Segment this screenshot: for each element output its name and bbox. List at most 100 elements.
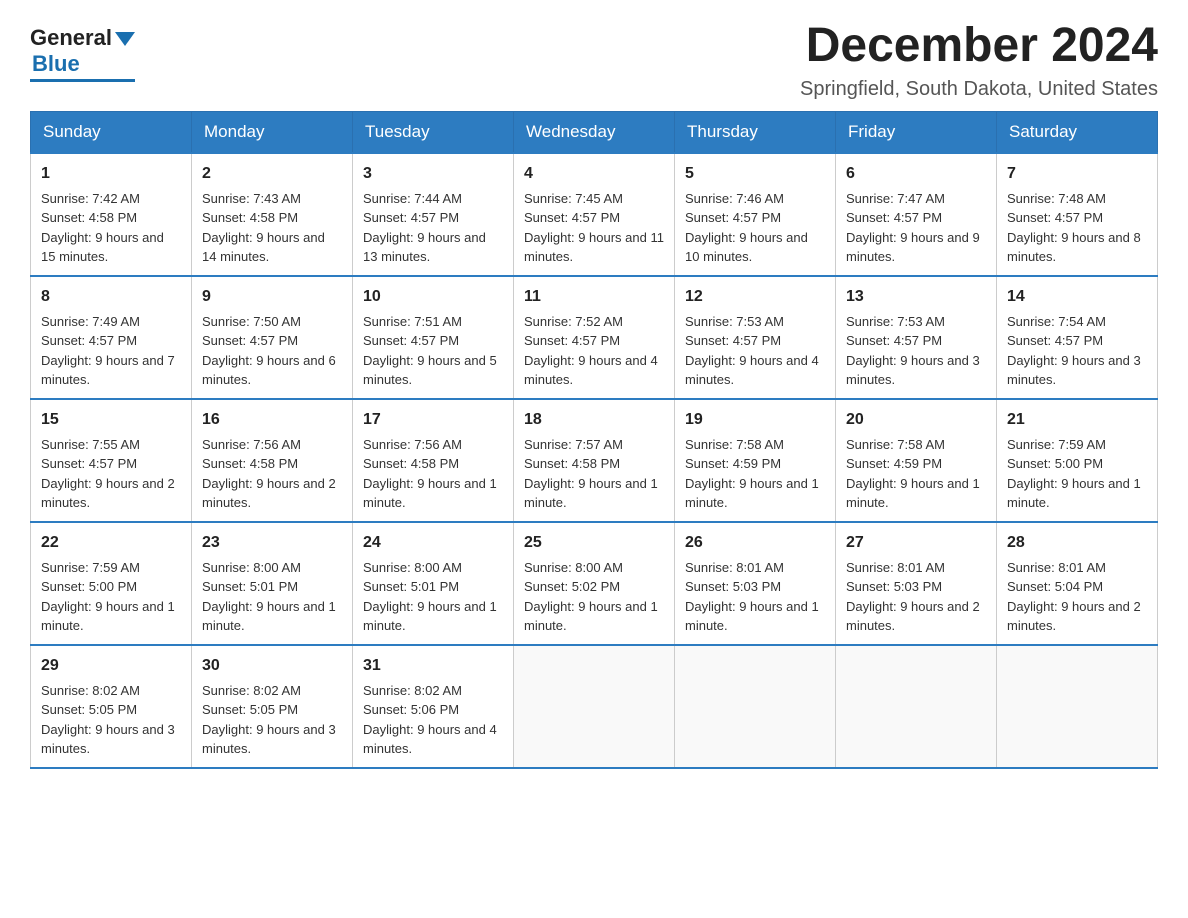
header-thursday: Thursday <box>675 111 836 153</box>
day-number: 24 <box>363 531 503 555</box>
day-info: Sunrise: 7:54 AMSunset: 4:57 PMDaylight:… <box>1007 314 1141 388</box>
day-number: 9 <box>202 285 342 309</box>
day-number: 26 <box>685 531 825 555</box>
logo: General Blue <box>30 25 135 82</box>
day-info: Sunrise: 7:42 AMSunset: 4:58 PMDaylight:… <box>41 191 164 265</box>
calendar-table: Sunday Monday Tuesday Wednesday Thursday… <box>30 111 1158 769</box>
day-number: 10 <box>363 285 503 309</box>
day-number: 22 <box>41 531 181 555</box>
table-row: 8 Sunrise: 7:49 AMSunset: 4:57 PMDayligh… <box>31 276 192 399</box>
header-tuesday: Tuesday <box>353 111 514 153</box>
day-number: 31 <box>363 654 503 678</box>
day-info: Sunrise: 8:01 AMSunset: 5:04 PMDaylight:… <box>1007 560 1141 634</box>
day-number: 12 <box>685 285 825 309</box>
day-number: 13 <box>846 285 986 309</box>
day-info: Sunrise: 7:53 AMSunset: 4:57 PMDaylight:… <box>685 314 819 388</box>
table-row <box>675 645 836 768</box>
header-monday: Monday <box>192 111 353 153</box>
table-row: 18 Sunrise: 7:57 AMSunset: 4:58 PMDaylig… <box>514 399 675 522</box>
day-number: 5 <box>685 162 825 186</box>
day-number: 8 <box>41 285 181 309</box>
table-row: 21 Sunrise: 7:59 AMSunset: 5:00 PMDaylig… <box>997 399 1158 522</box>
table-row: 22 Sunrise: 7:59 AMSunset: 5:00 PMDaylig… <box>31 522 192 645</box>
table-row: 1 Sunrise: 7:42 AMSunset: 4:58 PMDayligh… <box>31 153 192 276</box>
table-row: 19 Sunrise: 7:58 AMSunset: 4:59 PMDaylig… <box>675 399 836 522</box>
month-title: December 2024 <box>800 20 1158 73</box>
table-row: 16 Sunrise: 7:56 AMSunset: 4:58 PMDaylig… <box>192 399 353 522</box>
table-row: 2 Sunrise: 7:43 AMSunset: 4:58 PMDayligh… <box>192 153 353 276</box>
table-row: 11 Sunrise: 7:52 AMSunset: 4:57 PMDaylig… <box>514 276 675 399</box>
header-friday: Friday <box>836 111 997 153</box>
table-row: 26 Sunrise: 8:01 AMSunset: 5:03 PMDaylig… <box>675 522 836 645</box>
day-info: Sunrise: 8:00 AMSunset: 5:01 PMDaylight:… <box>202 560 336 634</box>
day-info: Sunrise: 7:58 AMSunset: 4:59 PMDaylight:… <box>685 437 819 511</box>
table-row: 13 Sunrise: 7:53 AMSunset: 4:57 PMDaylig… <box>836 276 997 399</box>
table-row <box>997 645 1158 768</box>
day-info: Sunrise: 8:00 AMSunset: 5:01 PMDaylight:… <box>363 560 497 634</box>
logo-arrow-icon <box>115 32 135 46</box>
day-info: Sunrise: 7:58 AMSunset: 4:59 PMDaylight:… <box>846 437 980 511</box>
title-section: December 2024 Springfield, South Dakota,… <box>800 20 1158 101</box>
table-row: 10 Sunrise: 7:51 AMSunset: 4:57 PMDaylig… <box>353 276 514 399</box>
day-number: 27 <box>846 531 986 555</box>
table-row: 7 Sunrise: 7:48 AMSunset: 4:57 PMDayligh… <box>997 153 1158 276</box>
table-row: 5 Sunrise: 7:46 AMSunset: 4:57 PMDayligh… <box>675 153 836 276</box>
day-info: Sunrise: 7:46 AMSunset: 4:57 PMDaylight:… <box>685 191 808 265</box>
table-row: 15 Sunrise: 7:55 AMSunset: 4:57 PMDaylig… <box>31 399 192 522</box>
header-wednesday: Wednesday <box>514 111 675 153</box>
day-info: Sunrise: 7:53 AMSunset: 4:57 PMDaylight:… <box>846 314 980 388</box>
day-number: 6 <box>846 162 986 186</box>
day-info: Sunrise: 8:02 AMSunset: 5:05 PMDaylight:… <box>41 683 175 757</box>
day-number: 25 <box>524 531 664 555</box>
calendar-week-row: 29 Sunrise: 8:02 AMSunset: 5:05 PMDaylig… <box>31 645 1158 768</box>
day-number: 19 <box>685 408 825 432</box>
table-row: 17 Sunrise: 7:56 AMSunset: 4:58 PMDaylig… <box>353 399 514 522</box>
day-info: Sunrise: 8:01 AMSunset: 5:03 PMDaylight:… <box>685 560 819 634</box>
day-info: Sunrise: 7:43 AMSunset: 4:58 PMDaylight:… <box>202 191 325 265</box>
header-sunday: Sunday <box>31 111 192 153</box>
day-info: Sunrise: 7:44 AMSunset: 4:57 PMDaylight:… <box>363 191 486 265</box>
day-number: 23 <box>202 531 342 555</box>
day-info: Sunrise: 7:48 AMSunset: 4:57 PMDaylight:… <box>1007 191 1141 265</box>
calendar-week-row: 15 Sunrise: 7:55 AMSunset: 4:57 PMDaylig… <box>31 399 1158 522</box>
day-number: 28 <box>1007 531 1147 555</box>
logo-underline <box>30 79 135 82</box>
table-row: 23 Sunrise: 8:00 AMSunset: 5:01 PMDaylig… <box>192 522 353 645</box>
page-header: General Blue December 2024 Springfield, … <box>30 20 1158 101</box>
day-info: Sunrise: 7:56 AMSunset: 4:58 PMDaylight:… <box>202 437 336 511</box>
day-info: Sunrise: 8:02 AMSunset: 5:05 PMDaylight:… <box>202 683 336 757</box>
day-info: Sunrise: 7:52 AMSunset: 4:57 PMDaylight:… <box>524 314 658 388</box>
table-row <box>514 645 675 768</box>
day-number: 1 <box>41 162 181 186</box>
day-number: 16 <box>202 408 342 432</box>
table-row: 30 Sunrise: 8:02 AMSunset: 5:05 PMDaylig… <box>192 645 353 768</box>
table-row: 29 Sunrise: 8:02 AMSunset: 5:05 PMDaylig… <box>31 645 192 768</box>
logo-blue-text: Blue <box>32 51 80 77</box>
table-row: 12 Sunrise: 7:53 AMSunset: 4:57 PMDaylig… <box>675 276 836 399</box>
table-row: 4 Sunrise: 7:45 AMSunset: 4:57 PMDayligh… <box>514 153 675 276</box>
table-row: 20 Sunrise: 7:58 AMSunset: 4:59 PMDaylig… <box>836 399 997 522</box>
header-saturday: Saturday <box>997 111 1158 153</box>
calendar-week-row: 8 Sunrise: 7:49 AMSunset: 4:57 PMDayligh… <box>31 276 1158 399</box>
day-number: 30 <box>202 654 342 678</box>
day-info: Sunrise: 7:59 AMSunset: 5:00 PMDaylight:… <box>1007 437 1141 511</box>
table-row: 28 Sunrise: 8:01 AMSunset: 5:04 PMDaylig… <box>997 522 1158 645</box>
day-info: Sunrise: 7:56 AMSunset: 4:58 PMDaylight:… <box>363 437 497 511</box>
day-number: 15 <box>41 408 181 432</box>
day-info: Sunrise: 7:45 AMSunset: 4:57 PMDaylight:… <box>524 191 664 265</box>
day-number: 4 <box>524 162 664 186</box>
calendar-week-row: 22 Sunrise: 7:59 AMSunset: 5:00 PMDaylig… <box>31 522 1158 645</box>
table-row: 31 Sunrise: 8:02 AMSunset: 5:06 PMDaylig… <box>353 645 514 768</box>
day-number: 29 <box>41 654 181 678</box>
table-row: 24 Sunrise: 8:00 AMSunset: 5:01 PMDaylig… <box>353 522 514 645</box>
day-info: Sunrise: 8:02 AMSunset: 5:06 PMDaylight:… <box>363 683 497 757</box>
table-row <box>836 645 997 768</box>
day-number: 11 <box>524 285 664 309</box>
day-info: Sunrise: 7:49 AMSunset: 4:57 PMDaylight:… <box>41 314 175 388</box>
day-info: Sunrise: 7:47 AMSunset: 4:57 PMDaylight:… <box>846 191 980 265</box>
day-info: Sunrise: 7:55 AMSunset: 4:57 PMDaylight:… <box>41 437 175 511</box>
table-row: 27 Sunrise: 8:01 AMSunset: 5:03 PMDaylig… <box>836 522 997 645</box>
day-number: 21 <box>1007 408 1147 432</box>
logo-general-text: General <box>30 25 112 51</box>
day-number: 18 <box>524 408 664 432</box>
